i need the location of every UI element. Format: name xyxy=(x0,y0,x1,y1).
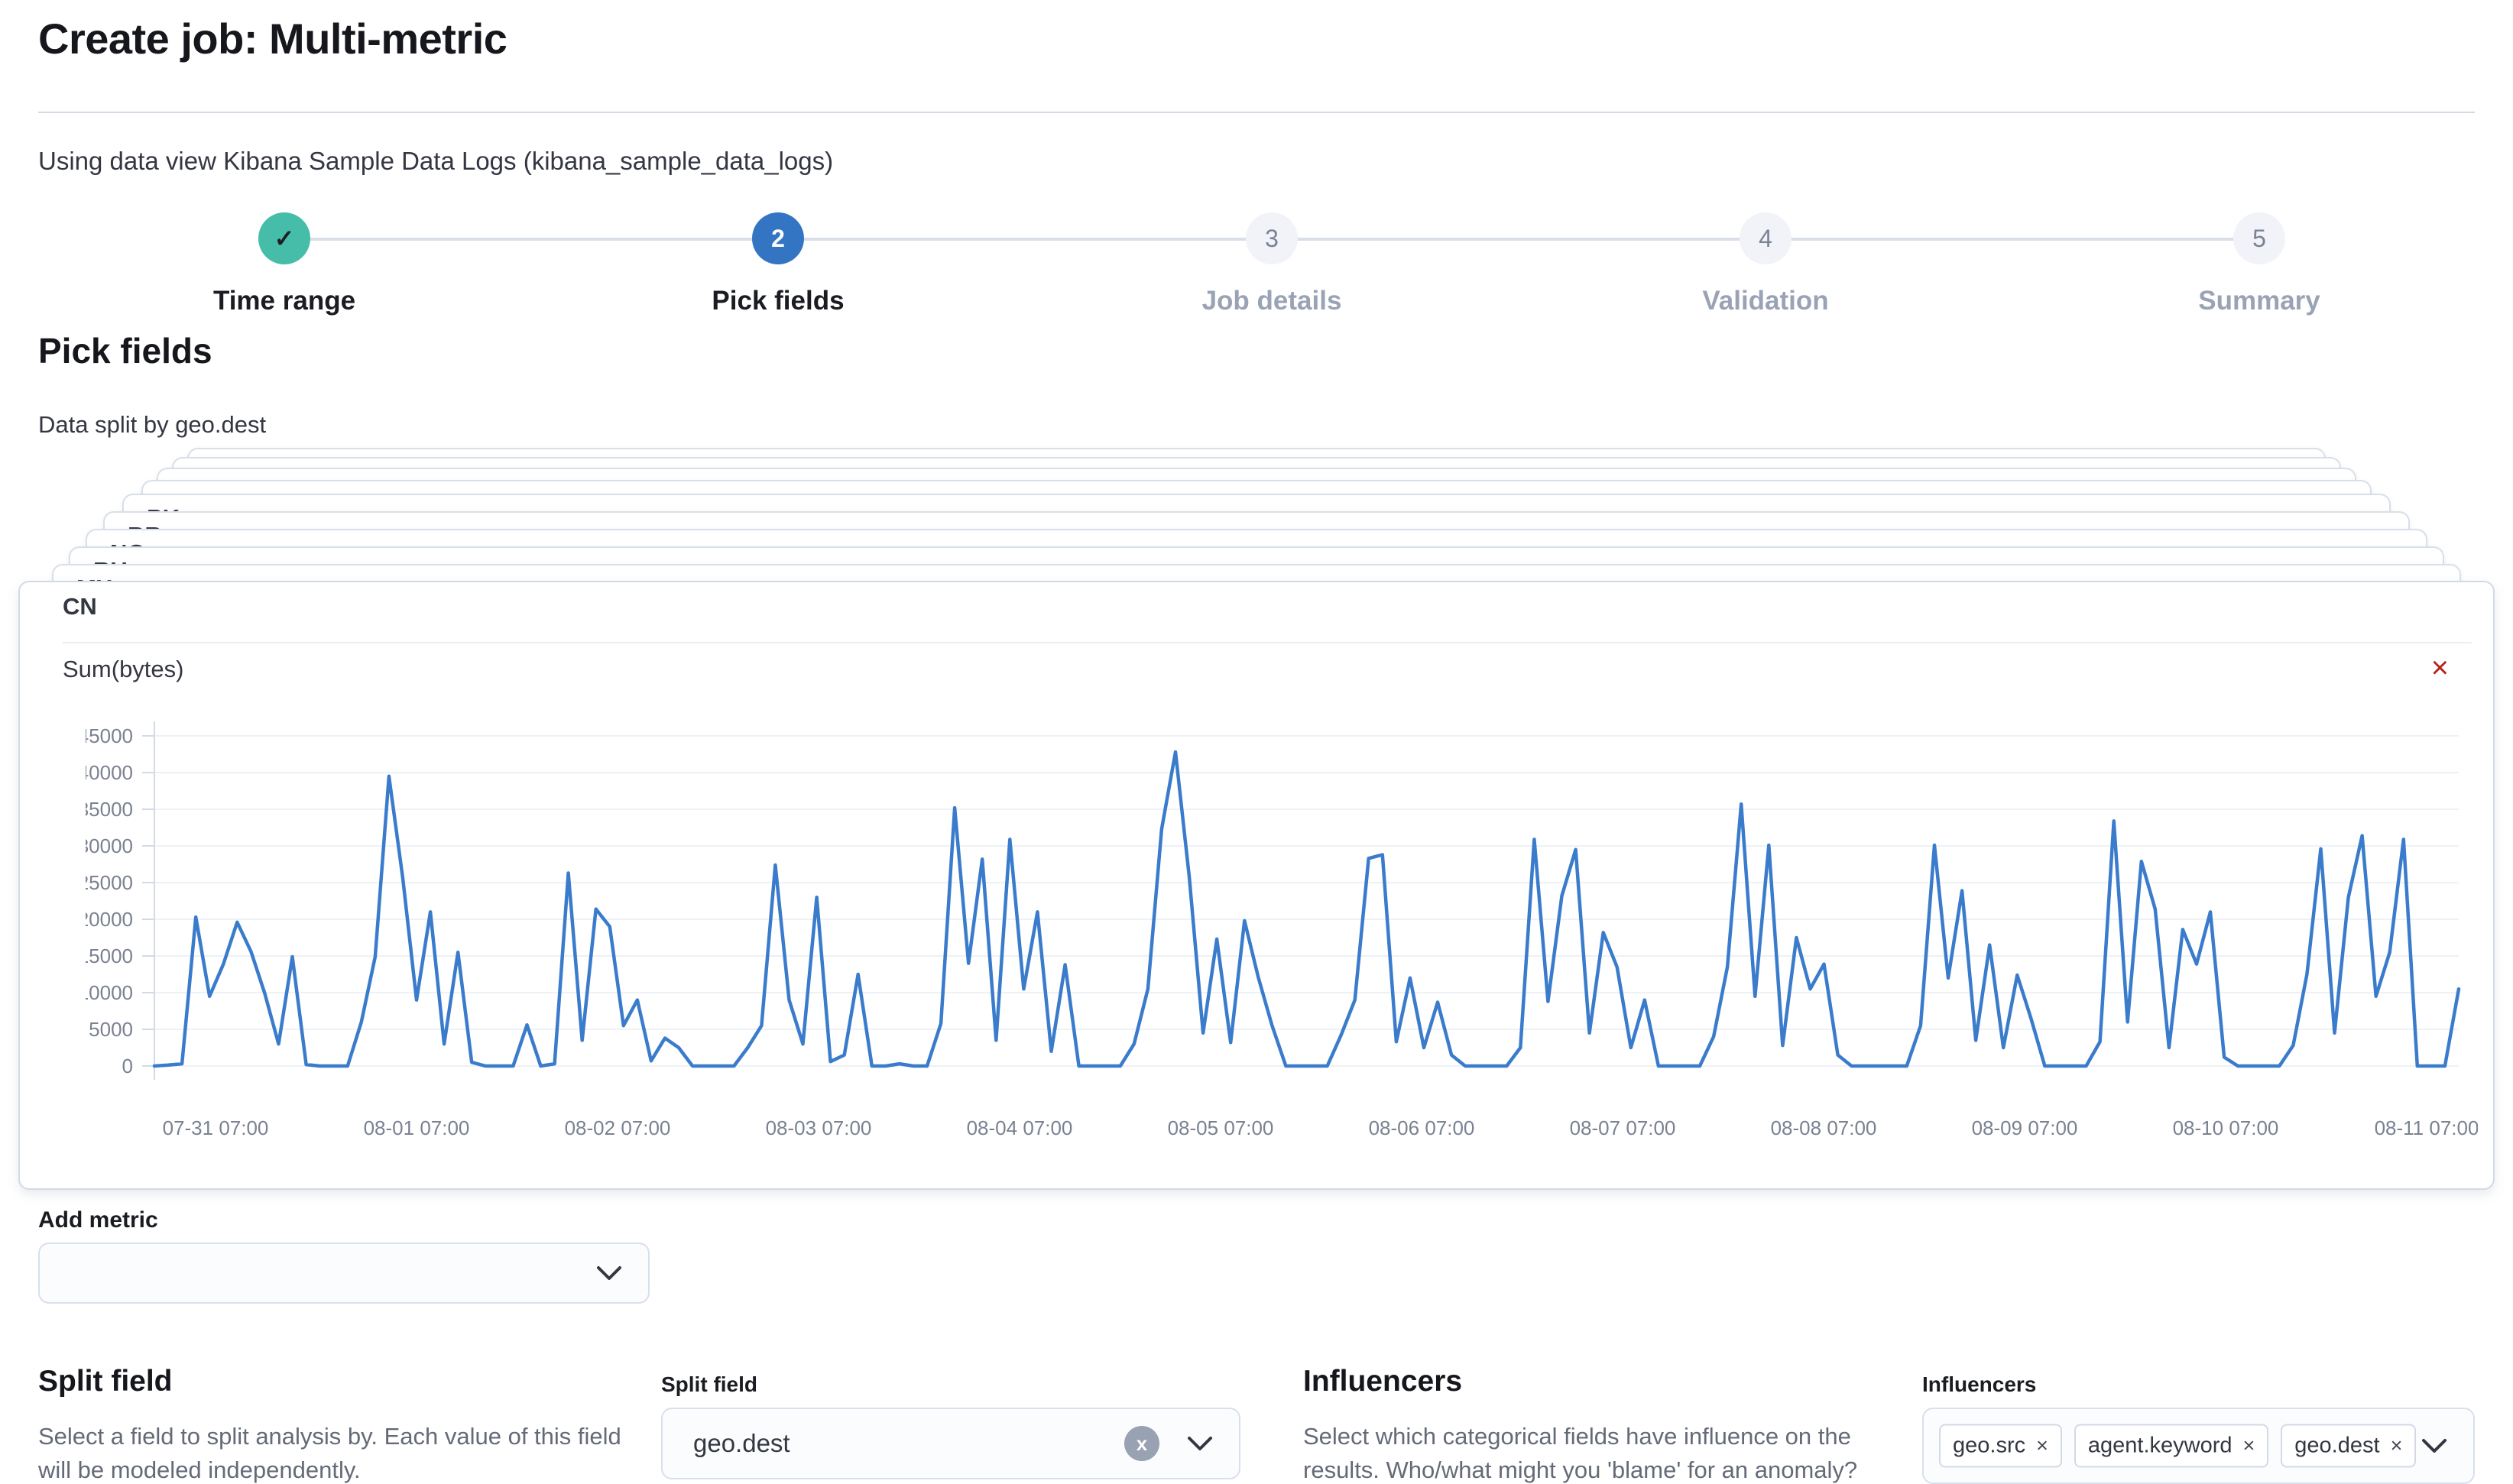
svg-text:45000: 45000 xyxy=(86,724,133,747)
svg-text:08-08 07:00: 08-08 07:00 xyxy=(1771,1116,1877,1139)
detector-metric-label: Sum(bytes) xyxy=(63,656,183,683)
remove-metric-icon[interactable]: × xyxy=(2431,653,2449,683)
step-job-details: 3 Job details xyxy=(1104,212,1440,316)
data-split-note: Data split by geo.dest xyxy=(38,411,266,439)
add-metric-label: Add metric xyxy=(38,1207,158,1233)
svg-text:35000: 35000 xyxy=(86,798,133,821)
step-label: Pick fields xyxy=(610,286,946,316)
influencers-description-group: Influencers Select which categorical fie… xyxy=(1303,1365,1930,1484)
svg-text:15000: 15000 xyxy=(86,945,133,967)
step-number-badge: 4 xyxy=(1740,212,1792,264)
influencer-pill-label: agent.keyword xyxy=(2088,1434,2233,1459)
svg-text:08-10 07:00: 08-10 07:00 xyxy=(2173,1116,2279,1139)
add-metric-select[interactable] xyxy=(38,1243,650,1304)
detector-card-split-value: CN xyxy=(63,593,97,620)
remove-influencer-icon[interactable]: × xyxy=(2243,1436,2255,1456)
svg-text:08-02 07:00: 08-02 07:00 xyxy=(565,1116,671,1139)
svg-text:08-03 07:00: 08-03 07:00 xyxy=(766,1116,872,1139)
split-field-description-line2: will be modeled independently. xyxy=(38,1456,361,1483)
split-field-heading: Split field xyxy=(38,1365,665,1398)
create-job-page: Create job: Multi-metric Using data view… xyxy=(0,0,2513,1484)
detector-card: CN Sum(bytes) × 0 5000 10000 15000 20000 2500… xyxy=(18,581,2495,1190)
svg-text:08-06 07:00: 08-06 07:00 xyxy=(1369,1116,1475,1139)
svg-text:08-05 07:00: 08-05 07:00 xyxy=(1168,1116,1274,1139)
detector-card-divider xyxy=(63,642,2472,643)
svg-text:40000: 40000 xyxy=(86,761,133,784)
pick-fields-heading: Pick fields xyxy=(38,330,212,371)
svg-text:08-07 07:00: 08-07 07:00 xyxy=(1570,1116,1676,1139)
header-divider xyxy=(38,112,2475,113)
svg-text:08-11 07:00: 08-11 07:00 xyxy=(2375,1116,2478,1139)
influencers-heading: Influencers xyxy=(1303,1365,1930,1398)
detector-preview-chart: 0 5000 10000 15000 20000 25000 30000 35000 40000… xyxy=(86,711,2478,1169)
influencers-combobox[interactable]: geo.src × agent.keyword × geo.dest × xyxy=(1922,1408,2475,1484)
remove-influencer-icon[interactable]: × xyxy=(2036,1436,2048,1456)
split-field-input-label: Split field xyxy=(661,1372,757,1397)
influencers-input-label: Influencers xyxy=(1922,1372,2036,1397)
influencers-description-line1: Select which categorical fields have inf… xyxy=(1303,1423,1851,1450)
chevron-down-icon xyxy=(596,1265,622,1281)
step-label: Validation xyxy=(1597,286,1934,316)
split-field-description-line1: Select a field to split analysis by. Eac… xyxy=(38,1423,621,1450)
step-summary: 5 Summary xyxy=(2091,212,2427,316)
svg-text:10000: 10000 xyxy=(86,981,133,1004)
step-pick-fields[interactable]: 2 Pick fields xyxy=(610,212,946,316)
svg-text:5000: 5000 xyxy=(89,1018,133,1041)
step-validation: 4 Validation xyxy=(1597,212,1934,316)
svg-text:08-09 07:00: 08-09 07:00 xyxy=(1972,1116,2078,1139)
svg-text:20000: 20000 xyxy=(86,908,133,931)
influencer-pill-agent-keyword: agent.keyword × xyxy=(2074,1424,2268,1468)
clear-selection-icon[interactable]: x xyxy=(1124,1426,1159,1461)
svg-text:07-31 07:00: 07-31 07:00 xyxy=(163,1116,269,1139)
step-complete-check-icon: ✓ xyxy=(258,212,310,264)
split-field-combobox[interactable]: geo.dest x xyxy=(661,1408,1240,1479)
step-time-range[interactable]: ✓ Time range xyxy=(116,212,452,316)
svg-text:08-04 07:00: 08-04 07:00 xyxy=(967,1116,1073,1139)
step-label: Job details xyxy=(1104,286,1440,316)
step-label: Summary xyxy=(2091,286,2427,316)
remove-influencer-icon[interactable]: × xyxy=(2391,1436,2403,1456)
svg-text:0: 0 xyxy=(122,1055,133,1077)
influencer-pill-label: geo.src xyxy=(1953,1434,2025,1459)
chevron-down-icon xyxy=(2421,1437,2447,1454)
step-number-badge: 3 xyxy=(1246,212,1298,264)
influencers-description-line2: results. Who/what might you 'blame' for … xyxy=(1303,1456,1857,1483)
svg-text:30000: 30000 xyxy=(86,834,133,857)
dataview-note: Using data view Kibana Sample Data Logs … xyxy=(38,147,833,176)
step-number-badge: 2 xyxy=(752,212,804,264)
split-field-value: geo.dest xyxy=(693,1429,790,1458)
svg-text:25000: 25000 xyxy=(86,871,133,894)
split-field-description-group: Split field Select a field to split anal… xyxy=(38,1365,665,1484)
step-number-badge: 5 xyxy=(2233,212,2285,264)
step-label: Time range xyxy=(116,286,452,316)
chevron-down-icon xyxy=(1187,1435,1213,1452)
influencer-pill-label: geo.dest xyxy=(2294,1434,2379,1459)
influencer-pill-geo-dest: geo.dest × xyxy=(2281,1424,2416,1468)
page-title: Create job: Multi-metric xyxy=(38,14,507,63)
influencer-pill-geo-src: geo.src × xyxy=(1939,1424,2062,1468)
svg-text:08-01 07:00: 08-01 07:00 xyxy=(364,1116,470,1139)
influencer-pills: geo.src × agent.keyword × geo.dest × xyxy=(1939,1424,2416,1468)
